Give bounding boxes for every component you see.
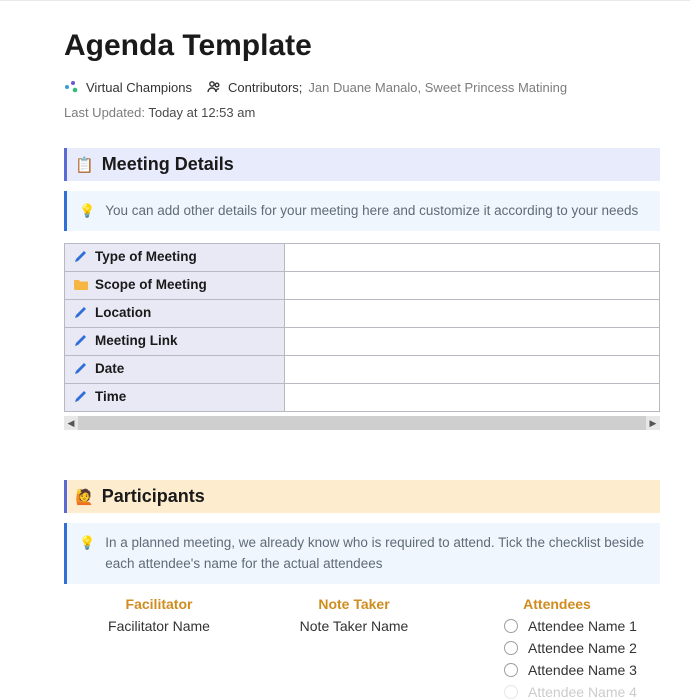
table-row: Location (65, 300, 660, 328)
pencil-icon (73, 332, 89, 348)
table-row: Date (65, 356, 660, 384)
table-row: Meeting Link (65, 328, 660, 356)
sparkle-icon (64, 79, 80, 95)
detail-label-cell: Type of Meeting (65, 244, 285, 272)
section-header-participants: 🙋 Participants (64, 480, 660, 513)
raising-hand-icon: 🙋 (75, 488, 94, 506)
pencil-icon (73, 388, 89, 404)
role-facilitator: Facilitator Facilitator Name (64, 596, 254, 700)
attendee-item[interactable]: Attendee Name 2 (504, 640, 637, 656)
detail-label-cell: Time (65, 384, 285, 412)
detail-label: Time (95, 389, 126, 404)
bulb-icon: 💡 (79, 533, 95, 574)
detail-label-cell: Location (65, 300, 285, 328)
meeting-details-table: Type of Meeting Scope of Meeting Location M… (64, 243, 660, 412)
callout-text: You can add other details for your meeti… (105, 201, 638, 221)
pencil-icon (73, 248, 89, 264)
table-row: Scope of Meeting (65, 272, 660, 300)
attendee-name: Attendee Name 1 (528, 618, 637, 634)
section-header-meeting-details: 📋 Meeting Details (64, 148, 660, 181)
roles-row: Facilitator Facilitator Name Note Taker … (64, 596, 660, 700)
folder-icon (73, 276, 89, 292)
last-updated: Last Updated: Today at 12:53 am (64, 105, 660, 120)
last-updated-value: Today at 12:53 am (148, 105, 255, 120)
pencil-icon (73, 304, 89, 320)
table-row: Type of Meeting (65, 244, 660, 272)
contributors-label: Contributors; (228, 80, 302, 95)
role-header: Attendees (454, 596, 660, 612)
section-title: Participants (102, 486, 205, 507)
attendee-checkbox[interactable] (504, 663, 518, 677)
detail-label-cell: Meeting Link (65, 328, 285, 356)
detail-label-cell: Date (65, 356, 285, 384)
attendee-name: Attendee Name 3 (528, 662, 637, 678)
attendee-checkbox[interactable] (504, 641, 518, 655)
horizontal-scrollbar[interactable]: ◀ ▶ (64, 416, 660, 430)
clipboard-icon: 📋 (75, 156, 94, 174)
detail-label: Location (95, 305, 151, 320)
detail-label: Meeting Link (95, 333, 178, 348)
callout-meeting-details: 💡 You can add other details for your mee… (64, 191, 660, 231)
contributors-chip[interactable]: Contributors; Jan Duane Manalo, Sweet Pr… (206, 79, 567, 95)
attendee-item[interactable]: Attendee Name 3 (504, 662, 637, 678)
facilitator-name[interactable]: Facilitator Name (64, 618, 254, 634)
detail-value-cell[interactable] (285, 384, 660, 412)
attendee-item[interactable]: Attendee Name 4 (504, 684, 637, 700)
detail-label-cell: Scope of Meeting (65, 272, 285, 300)
detail-value-cell[interactable] (285, 244, 660, 272)
note-taker-name[interactable]: Note Taker Name (254, 618, 454, 634)
detail-value-cell[interactable] (285, 272, 660, 300)
attendee-item[interactable]: Attendee Name 1 (504, 618, 637, 634)
attendee-name: Attendee Name 2 (528, 640, 637, 656)
role-note-taker: Note Taker Note Taker Name (254, 596, 454, 700)
detail-label: Type of Meeting (95, 249, 197, 264)
detail-value-cell[interactable] (285, 328, 660, 356)
scroll-right-icon[interactable]: ▶ (646, 416, 660, 430)
section-title: Meeting Details (102, 154, 234, 175)
page-title: Agenda Template (64, 29, 660, 63)
meta-row: Virtual Champions Contributors; Jan Duan… (64, 79, 660, 95)
table-row: Time (65, 384, 660, 412)
workspace-name: Virtual Champions (86, 80, 192, 95)
detail-label: Scope of Meeting (95, 277, 207, 292)
people-icon (206, 79, 222, 95)
detail-value-cell[interactable] (285, 356, 660, 384)
detail-value-cell[interactable] (285, 300, 660, 328)
detail-label: Date (95, 361, 124, 376)
pencil-icon (73, 360, 89, 376)
attendee-name: Attendee Name 4 (528, 684, 637, 700)
callout-participants: 💡 In a planned meeting, we already know … (64, 523, 660, 584)
attendee-checkbox[interactable] (504, 685, 518, 699)
role-attendees: Attendees Attendee Name 1 Attendee Name 2… (454, 596, 660, 700)
scroll-left-icon[interactable]: ◀ (64, 416, 78, 430)
contributors-names: Jan Duane Manalo, Sweet Princess Matinin… (308, 80, 567, 95)
workspace-chip[interactable]: Virtual Champions (64, 79, 192, 95)
bulb-icon: 💡 (79, 201, 95, 221)
last-updated-label: Last Updated: (64, 105, 145, 120)
role-header: Note Taker (254, 596, 454, 612)
attendee-checkbox[interactable] (504, 619, 518, 633)
callout-text: In a planned meeting, we already know wh… (105, 533, 648, 574)
role-header: Facilitator (64, 596, 254, 612)
